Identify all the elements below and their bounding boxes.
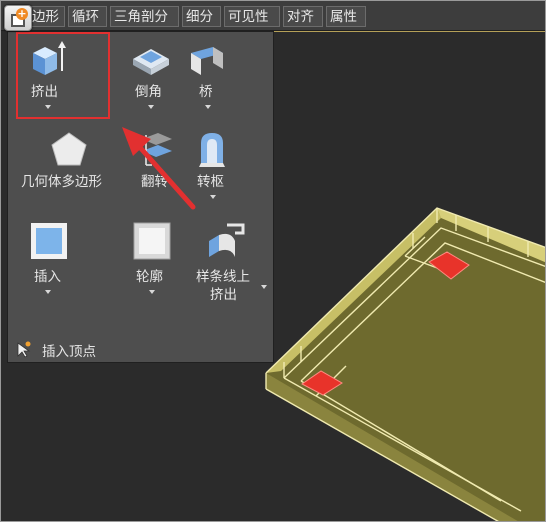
hinge-icon <box>199 133 225 167</box>
outline-label: 轮廓 <box>136 269 163 285</box>
spline-extrude-label-1: 样条线上 <box>196 269 250 285</box>
tab-visibility[interactable]: 可见性 <box>224 6 280 27</box>
insert-vertex-icon <box>17 341 31 358</box>
app-window: 边形 循环 三角剖分 细分 可见性 对齐 属性 + 挤出 倒角 桥 几何体多边形… <box>0 0 546 522</box>
outline-icon <box>133 222 171 260</box>
tab-properties[interactable]: 属性 <box>326 6 366 27</box>
inset-dropdown-caret[interactable] <box>45 290 51 294</box>
spline-extrude-label-2: 挤出 <box>210 287 237 303</box>
hinge-button[interactable]: 转枢 <box>191 129 235 205</box>
geo-poly-button[interactable]: 几何体多边形 <box>21 129 116 195</box>
insert-vertex-label: 插入顶点 <box>42 344 96 360</box>
tab-triangulate[interactable]: 三角剖分 <box>110 6 179 27</box>
hinge-dropdown-caret[interactable] <box>210 195 216 199</box>
extrude-along-spline-button[interactable]: 样条线上 挤出 <box>193 219 271 305</box>
inset-label: 插入 <box>34 269 61 285</box>
tab-align[interactable]: 对齐 <box>283 6 323 27</box>
flip-button[interactable]: 翻转 <box>134 129 180 195</box>
bevel-button[interactable]: 倒角 <box>126 37 176 115</box>
bridge-dropdown-caret[interactable] <box>205 105 211 109</box>
pentagon-icon <box>51 132 87 166</box>
ribbon-menu-bar: 边形 循环 三角剖分 细分 可见性 对齐 属性 <box>1 1 545 31</box>
spline-extrude-icon <box>209 223 245 257</box>
app-add-icon[interactable]: + <box>4 5 32 31</box>
extrude-highlight-box <box>16 32 110 119</box>
tab-polygon[interactable]: 边形 <box>29 6 65 27</box>
outline-button[interactable]: 轮廓 <box>129 219 175 299</box>
bridge-button[interactable]: 桥 <box>185 37 230 115</box>
flip-label: 翻转 <box>141 174 168 190</box>
inset-icon <box>31 223 67 259</box>
bevel-label: 倒角 <box>135 84 162 100</box>
spline-extrude-dropdown-caret[interactable] <box>261 285 267 289</box>
bevel-icon <box>133 49 169 75</box>
tab-loop[interactable]: 循环 <box>68 6 107 27</box>
bridge-icon <box>191 47 223 75</box>
hinge-label: 转枢 <box>197 174 224 190</box>
bridge-label: 桥 <box>199 84 213 100</box>
inset-button[interactable]: 插入 <box>26 219 71 299</box>
geo-poly-label: 几何体多边形 <box>21 174 102 190</box>
outline-dropdown-caret[interactable] <box>149 290 155 294</box>
tab-subdivide[interactable]: 细分 <box>182 6 221 27</box>
bevel-dropdown-caret[interactable] <box>148 105 154 109</box>
flip-icon <box>142 133 172 166</box>
